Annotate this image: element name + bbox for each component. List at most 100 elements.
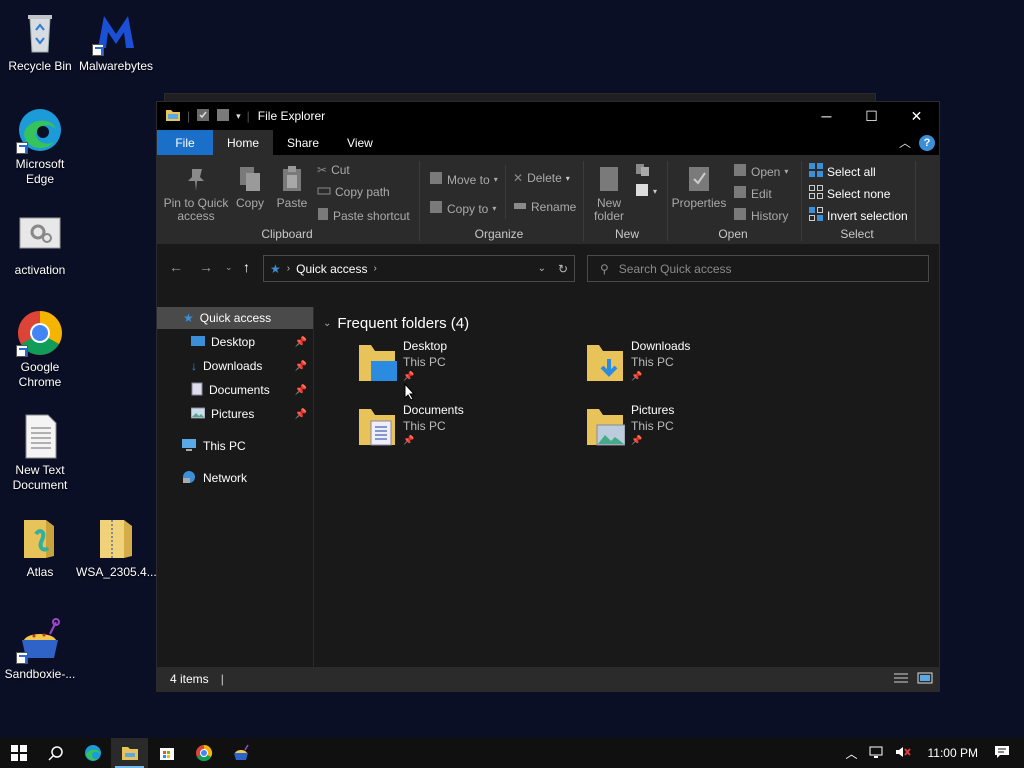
maximize-button[interactable]: ☐ <box>849 102 894 130</box>
new-folder-qat-icon[interactable] <box>216 108 230 125</box>
pin-icon[interactable]: 📌 <box>295 337 307 348</box>
chrome-icon <box>195 744 212 762</box>
nav-quick-access[interactable]: ★ Quick access <box>157 307 313 329</box>
taskbar-sandboxie[interactable] <box>222 738 259 768</box>
up-arrow-icon[interactable]: ↑ <box>243 259 250 275</box>
qat-dropdown-icon[interactable]: ▾ <box>236 111 241 122</box>
rename-button[interactable]: Rename <box>513 200 576 214</box>
desktop-icon-atlas[interactable]: Atlas <box>0 514 80 580</box>
pin-icon[interactable]: 📌 <box>295 409 307 420</box>
select-all-button[interactable]: Select all <box>809 163 876 180</box>
taskbar-file-explorer[interactable] <box>111 738 148 768</box>
copy-button[interactable]: Copy <box>233 165 267 210</box>
details-view-icon[interactable] <box>893 672 909 687</box>
folder-tile-pictures[interactable]: Pictures This PC 📌 <box>585 403 785 459</box>
search-box[interactable]: ⚲ Search Quick access <box>587 255 929 282</box>
tab-share[interactable]: Share <box>273 130 333 155</box>
back-arrow-icon[interactable]: ← <box>169 259 183 275</box>
tab-view[interactable]: View <box>333 130 387 155</box>
search-placeholder: Search Quick access <box>618 261 732 276</box>
nav-pictures[interactable]: Pictures 📌 <box>157 403 313 425</box>
nav-documents[interactable]: Documents 📌 <box>157 379 313 401</box>
volume-muted-icon[interactable] <box>894 745 912 762</box>
select-group-label: Select <box>840 227 874 241</box>
edge-icon <box>84 745 101 761</box>
desktop-icon-label: Recycle Bin <box>8 59 72 73</box>
delete-button[interactable]: ✕ Delete ▾ <box>513 171 570 185</box>
network-status-icon[interactable] <box>868 745 884 762</box>
status-bar: 4 items | <box>157 667 939 691</box>
nav-downloads[interactable]: ↓ Downloads 📌 <box>157 355 313 377</box>
copy-path-button[interactable]: Copy path <box>317 185 390 199</box>
pin-to-quick-access-button[interactable]: Pin to Quick access <box>163 165 229 223</box>
paste-shortcut-button[interactable]: Paste shortcut <box>317 207 410 224</box>
pin-icon[interactable]: 📌 <box>295 385 307 396</box>
clock[interactable]: 11:00 PM <box>922 746 984 760</box>
new-folder-button[interactable]: New folder <box>589 165 629 223</box>
desktop-icon-sandboxie[interactable]: Sandboxie-... <box>0 616 80 682</box>
tab-home[interactable]: Home <box>213 130 274 155</box>
new-item-button[interactable] <box>635 163 651 180</box>
desktop-icon-label: activation <box>14 263 66 277</box>
folder-tile-documents[interactable]: Documents This PC 📌 <box>357 403 557 459</box>
copy-to-icon <box>429 200 443 217</box>
easy-access-button[interactable]: ▾ <box>635 183 657 200</box>
move-to-button[interactable]: Move to ▾ <box>429 171 498 188</box>
downloads-arrow-icon: ↓ <box>191 359 197 373</box>
select-none-button[interactable]: Select none <box>809 185 890 202</box>
desktop-icon-edge[interactable]: Microsoft Edge <box>0 106 80 187</box>
folder-name: Documents <box>403 403 464 417</box>
forward-arrow-icon[interactable]: → <box>199 259 213 275</box>
text-document-icon <box>16 412 64 460</box>
downloads-folder-icon <box>585 341 625 388</box>
move-to-icon <box>429 171 443 188</box>
copy-to-button[interactable]: Copy to ▾ <box>429 200 496 217</box>
desktop-icon-new-text-document[interactable]: New Text Document <box>0 412 80 493</box>
taskbar-edge[interactable] <box>74 738 111 768</box>
help-icon[interactable]: ? <box>919 134 935 151</box>
recent-locations-chevron-icon[interactable]: ⌄ <box>225 262 233 273</box>
search-button[interactable] <box>37 738 74 768</box>
pin-icon[interactable]: 📌 <box>295 361 307 372</box>
content-pane: ⌄ Frequent folders (4) Desktop This PC 📌… <box>315 307 939 669</box>
folder-tile-desktop[interactable]: Desktop This PC 📌 <box>357 339 557 395</box>
scissors-icon: ✂ <box>317 163 328 177</box>
desktop-icon-recycle-bin[interactable]: Recycle Bin <box>0 8 80 74</box>
large-icons-view-icon[interactable] <box>917 672 933 687</box>
collapse-ribbon-icon[interactable]: ︿ <box>899 134 911 151</box>
nav-this-pc[interactable]: This PC <box>157 435 313 457</box>
address-dropdown-icon[interactable]: ⌄ <box>538 263 546 274</box>
desktop-icon-wsa[interactable]: WSA_2305.4... <box>76 514 157 580</box>
paste-button[interactable]: Paste <box>275 165 309 210</box>
notifications-icon[interactable] <box>994 745 1010 762</box>
properties-button[interactable]: Properties <box>671 165 727 210</box>
nav-desktop[interactable]: Desktop 📌 <box>157 331 313 353</box>
start-button[interactable] <box>0 738 37 768</box>
title-bar[interactable]: | ▾ | File Explorer ─ ☐ ✕ <box>157 102 939 130</box>
cut-button[interactable]: ✂ Cut <box>317 163 350 177</box>
taskbar-store[interactable] <box>148 738 185 768</box>
refresh-icon[interactable]: ↻ <box>558 262 568 276</box>
open-button[interactable]: Open ▾ <box>733 163 788 180</box>
folder-tile-downloads[interactable]: Downloads This PC 📌 <box>585 339 785 395</box>
nav-label: Quick access <box>199 311 272 325</box>
open-group-label: Open <box>718 227 748 241</box>
taskbar-chrome[interactable] <box>185 738 222 768</box>
file-explorer-window[interactable]: | ▾ | File Explorer ─ ☐ ✕ File Home Shar… <box>156 101 940 692</box>
invert-selection-button[interactable]: Invert selection <box>809 207 908 224</box>
desktop-icon-activation[interactable]: activation <box>0 212 80 278</box>
minimize-button[interactable]: ─ <box>804 102 849 130</box>
close-button[interactable]: ✕ <box>894 102 939 130</box>
nav-network[interactable]: Network <box>157 467 313 489</box>
frequent-folders-header[interactable]: ⌄ Frequent folders (4) <box>323 315 469 332</box>
address-bar[interactable]: ★ › Quick access › ⌄ ↻ <box>263 255 575 282</box>
desktop-icon-malwarebytes[interactable]: Malwarebytes <box>76 8 156 74</box>
history-button[interactable]: History <box>733 207 788 224</box>
properties-qat-icon[interactable] <box>196 108 210 125</box>
tab-file[interactable]: File <box>157 130 213 155</box>
edit-button[interactable]: Edit <box>733 185 772 202</box>
shortcut-arrow-icon <box>16 652 28 664</box>
show-hidden-icons-chevron-icon[interactable]: ︿ <box>846 745 858 762</box>
desktop-icon-chrome[interactable]: Google Chrome <box>0 309 80 390</box>
history-icon <box>733 207 747 224</box>
